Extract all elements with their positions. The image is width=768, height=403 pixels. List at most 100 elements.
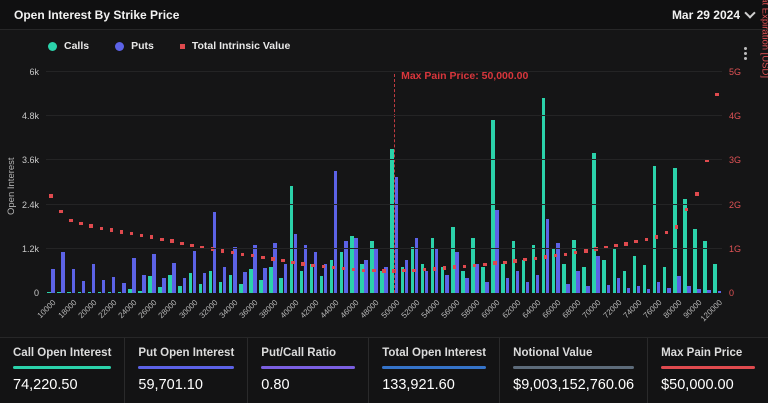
bar-group-80000[interactable] <box>672 72 682 293</box>
bar-group-43000[interactable] <box>319 72 329 293</box>
bar-group-50000[interactable] <box>389 72 399 293</box>
bar-group-64000[interactable] <box>531 72 541 293</box>
call-bar <box>663 267 667 293</box>
bar-group-68000[interactable] <box>571 72 581 293</box>
bar-group-51000[interactable] <box>399 72 409 293</box>
put-bar <box>223 267 227 293</box>
bar-group-120000[interactable] <box>712 72 722 293</box>
legend-item-puts[interactable]: Puts <box>115 40 154 52</box>
intrinsic-value-dot <box>271 257 275 261</box>
intrinsic-value-dot <box>655 235 659 239</box>
bar-group-31000[interactable] <box>197 72 207 293</box>
bar-group-75000[interactable] <box>642 72 652 293</box>
bar-group-55000[interactable] <box>440 72 450 293</box>
bar-group-41000[interactable] <box>298 72 308 293</box>
stat-value: 74,220.50 <box>13 377 111 393</box>
bar-group-67000[interactable] <box>561 72 571 293</box>
bar-group-47000[interactable] <box>359 72 369 293</box>
stat-max-pain-price: Max Pain Price $50,000.00 <box>647 338 768 403</box>
bar-group-60000[interactable] <box>490 72 500 293</box>
call-bar <box>239 284 243 293</box>
legend-item-calls[interactable]: Calls <box>48 40 89 52</box>
bar-group-29000[interactable] <box>177 72 187 293</box>
max-pain-line <box>394 74 395 293</box>
bar-group-23000[interactable] <box>117 72 127 293</box>
bar-group-20000[interactable] <box>86 72 96 293</box>
put-bar <box>304 245 308 293</box>
call-bar <box>199 284 203 293</box>
bar-group-35000[interactable] <box>238 72 248 293</box>
bar-group-34000[interactable] <box>228 72 238 293</box>
date-selector[interactable]: Mar 29 2024 <box>672 8 754 22</box>
bar-group-38000[interactable] <box>268 72 278 293</box>
bar-group-27000[interactable] <box>157 72 167 293</box>
bar-group-42000[interactable] <box>308 72 318 293</box>
bar-group-54000[interactable] <box>430 72 440 293</box>
put-bar <box>495 210 499 293</box>
bar-group-18000[interactable] <box>66 72 76 293</box>
bar-group-56000[interactable] <box>450 72 460 293</box>
legend-label-puts: Puts <box>131 40 154 52</box>
bar-group-25000[interactable] <box>137 72 147 293</box>
bar-group-85000[interactable] <box>682 72 692 293</box>
y-right-tick: 2G <box>729 200 741 210</box>
bar-group-21000[interactable] <box>96 72 106 293</box>
bar-group-66000[interactable] <box>551 72 561 293</box>
bar-group-71000[interactable] <box>601 72 611 293</box>
put-bar <box>607 285 611 293</box>
intrinsic-value-dot <box>574 251 578 255</box>
put-bar <box>475 264 479 293</box>
bar-group-30000[interactable] <box>187 72 197 293</box>
bar-group-24000[interactable] <box>127 72 137 293</box>
x-tick-76000: 76000 <box>652 293 662 333</box>
bar-group-45000[interactable] <box>339 72 349 293</box>
bar-group-15000[interactable] <box>56 72 66 293</box>
bar-group-19000[interactable] <box>76 72 86 293</box>
bar-group-69000[interactable] <box>581 72 591 293</box>
bar-group-78000[interactable] <box>662 72 672 293</box>
stat-label: Put Open Interest <box>138 347 234 359</box>
bar-group-62000[interactable] <box>510 72 520 293</box>
bar-group-22000[interactable] <box>107 72 117 293</box>
bar-group-59000[interactable] <box>480 72 490 293</box>
bar-group-65000[interactable] <box>541 72 551 293</box>
bar-group-53000[interactable] <box>419 72 429 293</box>
bar-group-36000[interactable] <box>248 72 258 293</box>
bar-group-61000[interactable] <box>500 72 510 293</box>
bar-group-58000[interactable] <box>470 72 480 293</box>
bar-group-46000[interactable] <box>349 72 359 293</box>
legend-item-intrinsic[interactable]: Total Intrinsic Value <box>180 40 290 52</box>
bar-group-73000[interactable] <box>621 72 631 293</box>
bar-group-49000[interactable] <box>379 72 389 293</box>
intrinsic-value-dot <box>645 238 649 242</box>
chart-menu-button[interactable] <box>738 44 752 62</box>
bar-group-100000[interactable] <box>702 72 712 293</box>
bar-group-70000[interactable] <box>591 72 601 293</box>
bar-group-74000[interactable] <box>631 72 641 293</box>
bar-group-28000[interactable] <box>167 72 177 293</box>
bar-group-39000[interactable] <box>278 72 288 293</box>
bar-group-26000[interactable] <box>147 72 157 293</box>
bar-group-40000[interactable] <box>288 72 298 293</box>
bar-group-72000[interactable] <box>611 72 621 293</box>
bar-group-32000[interactable] <box>208 72 218 293</box>
bar-group-33000[interactable] <box>218 72 228 293</box>
bar-group-48000[interactable] <box>369 72 379 293</box>
bar-group-90000[interactable] <box>692 72 702 293</box>
bar-group-37000[interactable] <box>258 72 268 293</box>
bar-group-76000[interactable] <box>652 72 662 293</box>
bar-group-44000[interactable] <box>329 72 339 293</box>
bars-container <box>46 72 722 293</box>
intrinsic-value-dot <box>120 230 124 234</box>
intrinsic-value-dot <box>231 251 235 255</box>
bar-group-57000[interactable] <box>460 72 470 293</box>
y-right-tick: 5G <box>729 67 741 77</box>
bar-group-10000[interactable] <box>46 72 56 293</box>
call-bar <box>441 267 445 293</box>
bar-group-63000[interactable] <box>520 72 530 293</box>
put-bar <box>506 278 510 293</box>
put-bar <box>617 278 621 293</box>
bar-group-52000[interactable] <box>409 72 419 293</box>
x-tick-64000: 64000 <box>531 293 541 333</box>
call-bar <box>592 153 596 293</box>
